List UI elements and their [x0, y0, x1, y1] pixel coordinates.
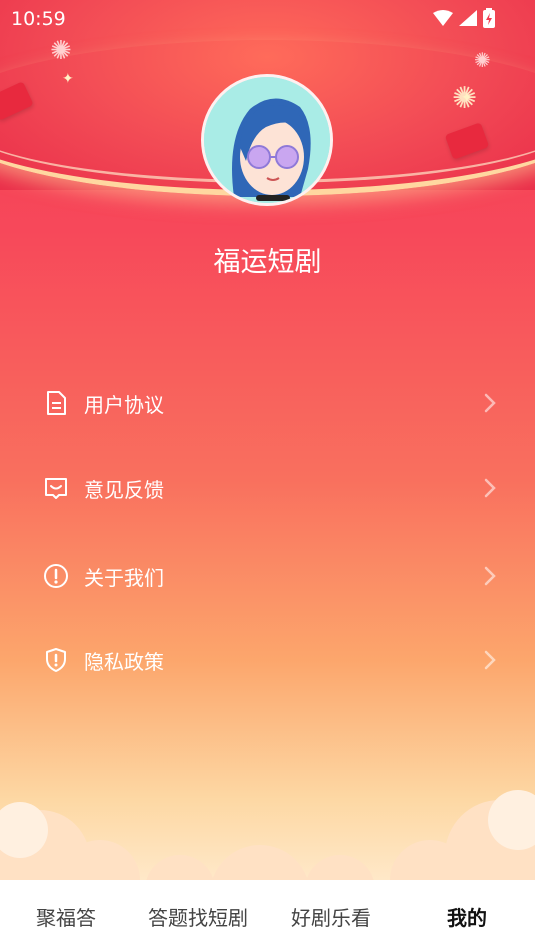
feedback-icon: [42, 474, 70, 502]
menu-item-privacy-policy[interactable]: 隐私政策: [42, 640, 497, 680]
avatar-illustration-icon: [204, 77, 330, 203]
chevron-right-icon: [484, 566, 496, 586]
info-icon: [42, 562, 70, 590]
menu-item-label: 意见反馈: [84, 477, 164, 502]
clouds-decoration: [0, 790, 535, 900]
chevron-right-icon: [484, 478, 496, 498]
menu-item-label: 关于我们: [84, 565, 164, 590]
firework-decoration: ✺: [50, 36, 72, 66]
tab-mine[interactable]: 我的: [447, 902, 487, 931]
chevron-right-icon: [484, 393, 496, 413]
tab-jufuda[interactable]: 聚福答: [36, 902, 96, 931]
menu-item-label: 用户协议: [84, 392, 164, 417]
chevron-right-icon: [484, 650, 496, 670]
document-icon: [42, 389, 70, 417]
firework-decoration: ✺: [474, 48, 491, 72]
avatar[interactable]: [201, 74, 333, 206]
menu-item-user-agreement[interactable]: 用户协议: [42, 383, 497, 423]
tab-quiz-find-drama[interactable]: 答题找短剧: [148, 902, 248, 931]
wifi-icon: [433, 10, 453, 26]
bottom-tab-bar: 聚福答 答题找短剧 好剧乐看 我的: [0, 880, 535, 951]
menu-item-feedback[interactable]: 意见反馈: [42, 468, 497, 508]
sparkle-decoration: ✦: [62, 71, 74, 87]
profile-name: 福运短剧: [213, 247, 322, 278]
battery-icon: [483, 8, 495, 28]
status-bar: 10:59: [0, 0, 535, 36]
status-icons: [433, 8, 495, 28]
status-time: 10:59: [11, 8, 66, 30]
cellular-signal-icon: [459, 10, 477, 26]
sparkle-decoration: ✦: [461, 90, 473, 106]
shield-icon: [42, 646, 70, 674]
profile-screen: ✺ ✺ ✺ ✦ ✦ 10:59 福运短剧 用户协议 意见反馈 关于我们 隐私政策…: [0, 0, 535, 951]
menu-item-label: 隐私政策: [84, 649, 164, 674]
tab-good-drama[interactable]: 好剧乐看: [291, 902, 371, 931]
menu-item-about-us[interactable]: 关于我们: [42, 556, 497, 596]
